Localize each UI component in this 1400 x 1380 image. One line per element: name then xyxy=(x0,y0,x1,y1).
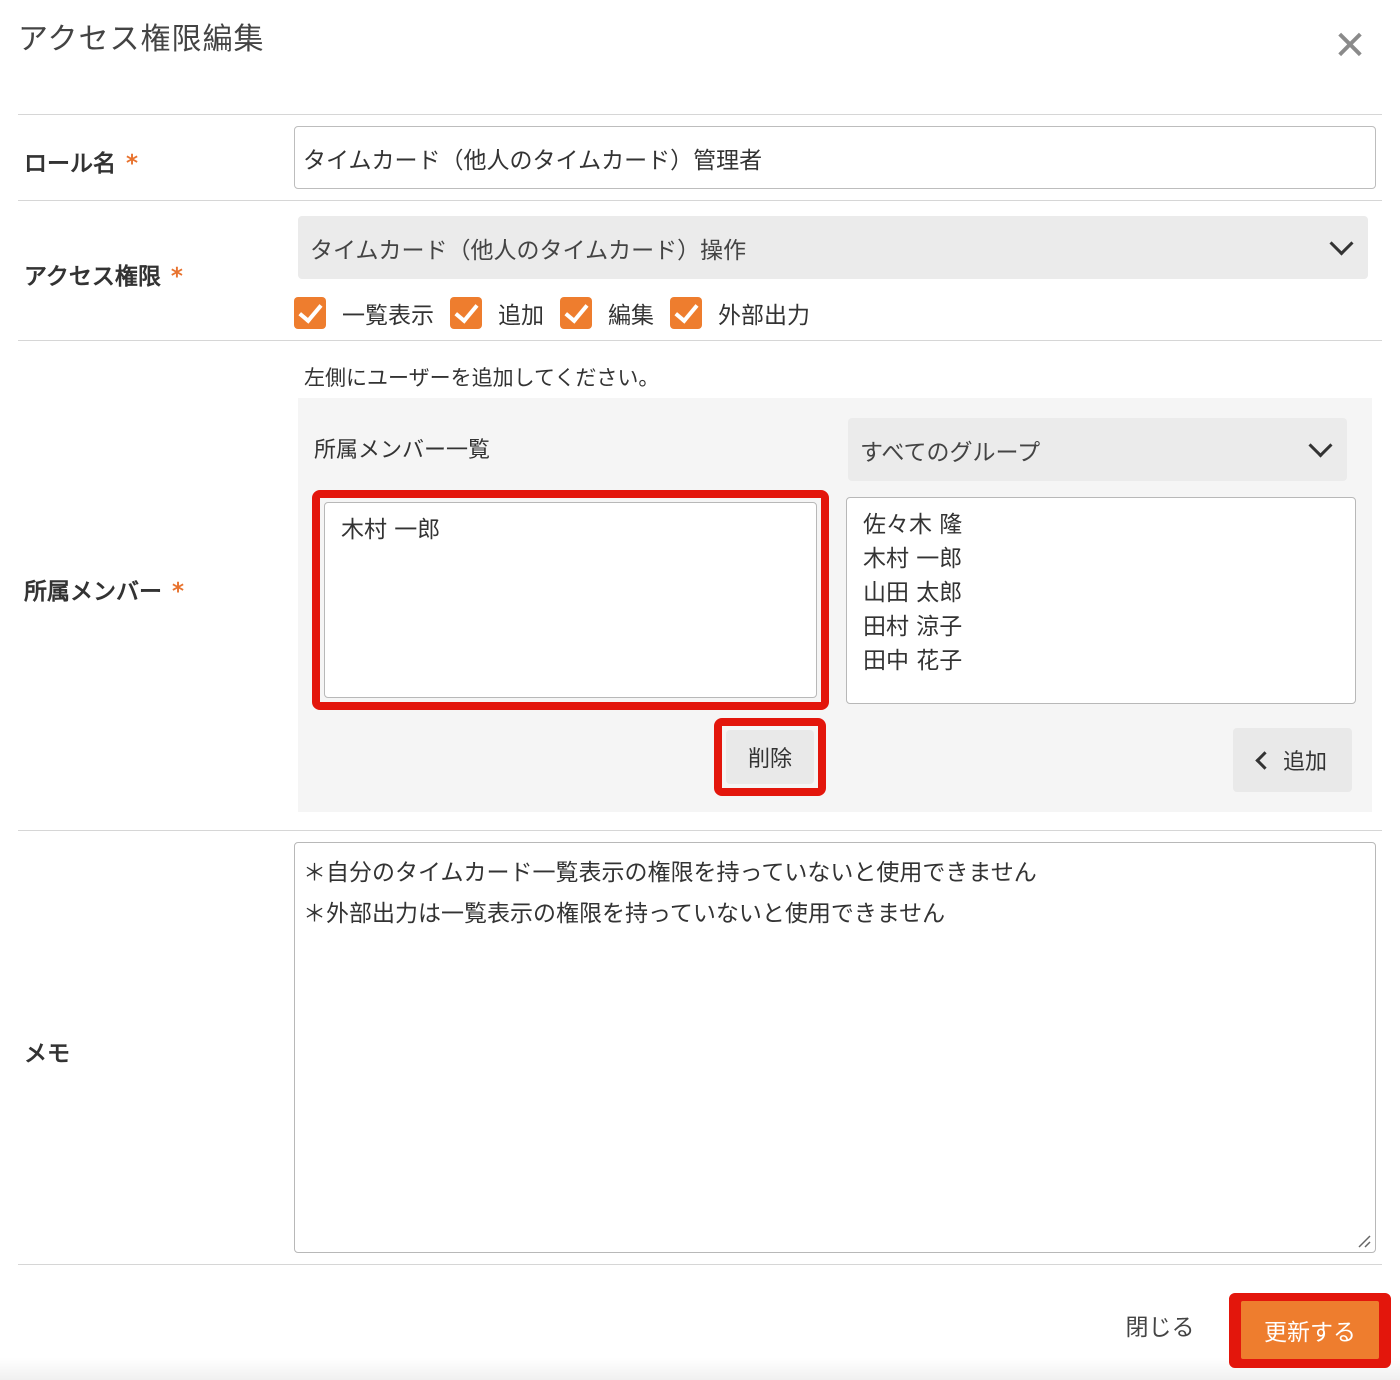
list-item[interactable]: 佐々木 隆 xyxy=(863,508,1339,542)
add-member-label: 追加 xyxy=(1282,750,1327,775)
update-button[interactable]: 更新する xyxy=(1241,1301,1379,1359)
memo-line: ＊自分のタイムカード一覧表示の権限を持っていないと使用できません xyxy=(303,860,1037,886)
list-item[interactable]: 田中 花子 xyxy=(863,644,1339,678)
chevron-left-icon xyxy=(1255,750,1274,770)
list-item[interactable]: 木村 一郎 xyxy=(341,513,800,547)
memo-label: メモ xyxy=(24,1041,70,1067)
members-label: 所属メンバー * xyxy=(24,572,184,606)
divider xyxy=(18,200,1382,201)
remove-button[interactable]: 削除 xyxy=(726,730,814,784)
divider xyxy=(18,340,1382,341)
add-member-button[interactable]: 追加 xyxy=(1233,728,1352,792)
required-mark: * xyxy=(172,579,185,605)
list-item[interactable]: 田村 涼子 xyxy=(863,610,1339,644)
members-label-text: 所属メンバー xyxy=(24,579,162,605)
list-item[interactable]: 木村 一郎 xyxy=(863,542,1339,576)
divider xyxy=(18,114,1382,115)
assigned-members-list[interactable]: 木村 一郎 xyxy=(324,502,817,698)
divider xyxy=(18,1264,1382,1265)
group-select-value: すべてのグループ xyxy=(860,439,1041,466)
required-mark: * xyxy=(170,264,183,290)
checkbox-label: 追加 xyxy=(498,303,544,329)
checkbox-export[interactable] xyxy=(670,297,702,329)
role-name-label-text: ロール名 xyxy=(24,151,116,177)
role-name-input[interactable] xyxy=(294,126,1376,189)
group-select[interactable]: すべてのグループ xyxy=(848,418,1347,481)
resize-grip-icon[interactable] xyxy=(1357,1234,1371,1248)
dialog-title: アクセス権限編集 xyxy=(18,22,265,57)
close-icon[interactable]: ✕ xyxy=(1330,26,1370,66)
role-name-label: ロール名 * xyxy=(24,144,138,178)
checkbox-label: 編集 xyxy=(608,303,654,329)
access-label: アクセス権限 * xyxy=(24,257,183,291)
divider xyxy=(18,830,1382,831)
required-mark: * xyxy=(126,151,139,177)
checkbox-list-view[interactable] xyxy=(294,297,326,329)
checkbox-add[interactable] xyxy=(450,297,482,329)
chevron-down-icon xyxy=(1308,433,1333,458)
memo-textarea[interactable]: ＊自分のタイムカード一覧表示の権限を持っていないと使用できません ＊外部出力は一… xyxy=(294,842,1376,1253)
chevron-down-icon xyxy=(1329,231,1354,256)
available-members-list[interactable]: 佐々木 隆 木村 一郎 山田 太郎 田村 涼子 田中 花子 xyxy=(846,497,1356,704)
checkbox-edit[interactable] xyxy=(560,297,592,329)
checkbox-label: 外部出力 xyxy=(718,303,810,329)
permission-checkboxes: 一覧表示 追加 編集 外部出力 xyxy=(294,296,826,330)
memo-line: ＊外部出力は一覧表示の権限を持っていないと使用できません xyxy=(303,901,946,927)
members-hint: 左側にユーザーを追加してください。 xyxy=(304,366,660,390)
access-label-text: アクセス権限 xyxy=(24,264,161,290)
close-button[interactable]: 閉じる xyxy=(1110,1308,1210,1348)
access-select-value: タイムカード（他人のタイムカード）操作 xyxy=(310,237,747,264)
list-item[interactable]: 山田 太郎 xyxy=(863,576,1339,610)
checkbox-label: 一覧表示 xyxy=(342,303,434,329)
members-list-title: 所属メンバー一覧 xyxy=(314,438,491,463)
access-select[interactable]: タイムカード（他人のタイムカード）操作 xyxy=(298,216,1368,279)
